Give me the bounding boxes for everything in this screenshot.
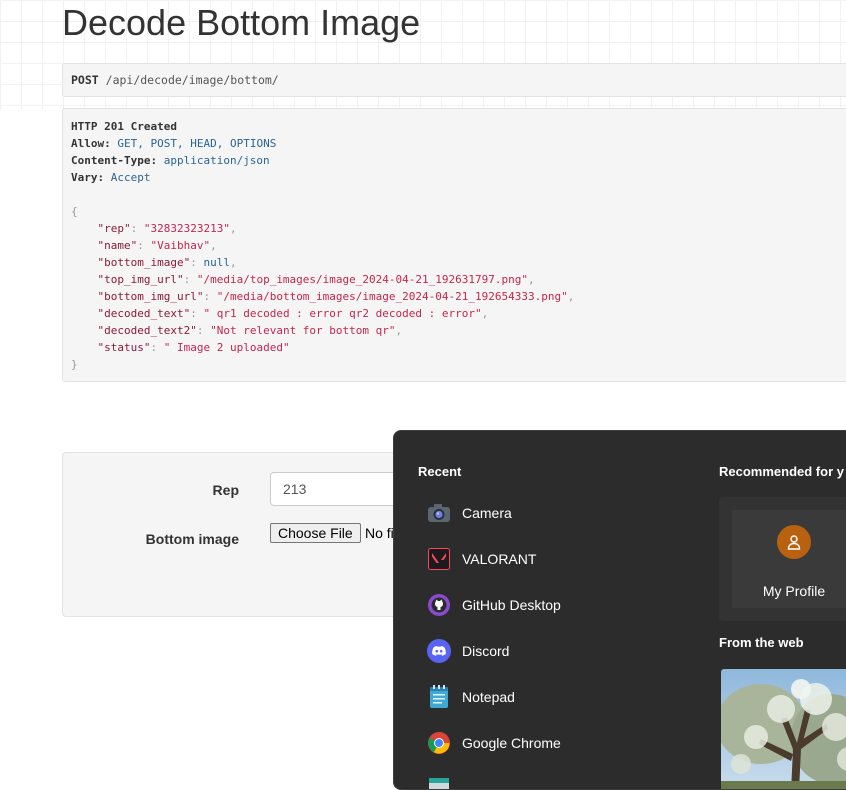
json-value: null	[203, 256, 230, 269]
header-value-vary: Accept	[110, 171, 151, 184]
json-value: "Not relevant for bottom qr"	[210, 324, 396, 337]
app-item-github-desktop[interactable]: GitHub Desktop	[427, 592, 561, 618]
json-key: "bottom_img_url"	[97, 290, 204, 303]
github-icon	[427, 593, 451, 617]
recent-section-title: Recent	[418, 464, 462, 479]
header-key-content-type: Content-Type:	[71, 154, 158, 167]
app-label-google-chrome: Google Chrome	[462, 735, 561, 751]
header-key-allow: Allow:	[71, 137, 111, 150]
request-method: POST	[71, 73, 99, 87]
recommended-section-title: Recommended for y	[719, 464, 844, 479]
discord-icon	[427, 639, 451, 663]
json-value: "/media/bottom_images/image_2024-04-21_1…	[216, 290, 568, 303]
app-label-valorant: VALORANT	[462, 551, 537, 567]
chrome-icon	[427, 731, 451, 755]
json-value: " Image 2 uploaded"	[163, 341, 290, 354]
valorant-icon	[427, 547, 451, 571]
json-key: "rep"	[97, 222, 131, 235]
app-item-discord[interactable]: Discord	[427, 638, 509, 664]
json-value: "32832323213"	[143, 222, 230, 235]
bottom-image-label: Bottom image	[145, 531, 239, 547]
request-info: POST /api/decode/image/bottom/	[62, 63, 846, 97]
json-close-brace: }	[71, 358, 78, 371]
app-partial-icon	[427, 777, 451, 789]
notepad-icon	[427, 685, 451, 709]
start-menu: Recent Recommended for y Camera VALORANT…	[393, 430, 846, 790]
app-item-notepad[interactable]: Notepad	[427, 684, 515, 710]
rep-label: Rep	[212, 482, 239, 498]
header-value-content-type: application/json	[163, 154, 270, 167]
response-status-line: HTTP 201 Created	[71, 120, 177, 133]
json-value: " qr1 decoded : error qr2 decoded : erro…	[203, 307, 482, 320]
page-title: Decode Bottom Image	[62, 2, 421, 43]
my-profile-card[interactable]: My Profile	[719, 497, 846, 621]
request-path: /api/decode/image/bottom/	[105, 73, 279, 87]
file-status-text: No fi	[365, 525, 394, 541]
app-label-notepad: Notepad	[462, 689, 515, 705]
json-key: "decoded_text2"	[97, 324, 197, 337]
user-avatar-icon	[777, 525, 811, 559]
json-open-brace: {	[71, 205, 78, 218]
app-item-valorant[interactable]: VALORANT	[427, 546, 536, 572]
web-tree-image[interactable]	[721, 669, 846, 789]
app-item-camera[interactable]: Camera	[427, 500, 512, 526]
response-info: HTTP 201 Created Allow: GET, POST, HEAD,…	[62, 108, 846, 382]
json-value: "Vaibhav"	[150, 239, 211, 252]
choose-file-button[interactable]: Choose File	[270, 523, 361, 543]
my-profile-label: My Profile	[762, 583, 826, 599]
app-label-discord: Discord	[462, 643, 510, 659]
json-key: "status"	[97, 341, 151, 354]
json-key: "top_img_url"	[97, 273, 184, 286]
json-key: "name"	[97, 239, 138, 252]
app-label-github-desktop: GitHub Desktop	[462, 597, 561, 613]
app-item-google-chrome[interactable]: Google Chrome	[427, 730, 561, 756]
from-the-web-title: From the web	[719, 635, 804, 650]
json-key: "decoded_text"	[97, 307, 191, 320]
json-key: "bottom_image"	[97, 256, 191, 269]
app-label-camera: Camera	[462, 505, 512, 521]
my-profile-tile: My Profile	[732, 510, 846, 608]
camera-icon	[427, 501, 451, 525]
json-value: "/media/top_images/image_2024-04-21_1926…	[196, 273, 528, 286]
header-value-allow: GET, POST, HEAD, OPTIONS	[117, 137, 277, 150]
app-item-partial[interactable]	[427, 776, 462, 789]
header-key-vary: Vary:	[71, 171, 105, 184]
